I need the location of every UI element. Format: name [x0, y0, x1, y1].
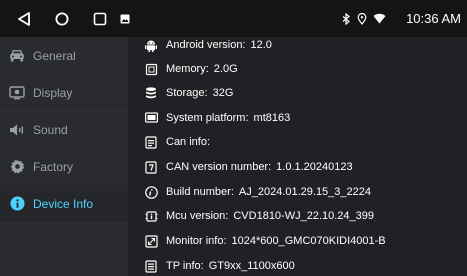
clock: 10:36 AM: [406, 11, 461, 26]
info-value: mt8163: [253, 112, 291, 124]
info-row-monitor-info: Monitor info: 1024*600_GMC070KIDI4001-B: [144, 231, 386, 251]
can-version-icon: [144, 160, 158, 174]
sidebar-item-label: Factory: [33, 159, 74, 174]
tp-icon: [144, 259, 158, 273]
info-label: TP info:: [166, 260, 204, 272]
speaker-icon: [9, 122, 25, 138]
info-value: 2.0G: [213, 63, 238, 75]
sidebar-item-label: General: [33, 48, 76, 63]
can-info-icon: [144, 135, 158, 149]
info-label: Mcu version:: [166, 210, 229, 222]
monitor-icon: [144, 234, 158, 248]
location-icon: [355, 0, 369, 37]
wifi-icon: [371, 0, 387, 37]
status-bar: 10:36 AM: [0, 0, 467, 37]
mcu-icon: [144, 209, 158, 223]
info-value: 1.0.1.20240123: [276, 161, 353, 173]
back-icon[interactable]: [14, 0, 34, 37]
sidebar-item-device-info[interactable]: Device Info: [0, 185, 128, 223]
info-row-system-platform: System platform: mt8163: [144, 108, 290, 128]
sidebar-item-general[interactable]: General: [0, 37, 128, 75]
info-row-can-info: Can info:: [144, 132, 215, 152]
device-info-panel: Android version: 12.0 Memory: 2.0G Stora…: [128, 37, 467, 276]
image-notification-icon: [118, 0, 132, 37]
sidebar: General Display Sound Factory Device Inf…: [0, 37, 128, 276]
gear-icon: [9, 159, 25, 175]
sidebar-item-label: Display: [33, 85, 73, 100]
info-row-memory: Memory: 2.0G: [144, 59, 238, 79]
platform-icon: [144, 111, 158, 125]
info-value: 1024*600_GMC070KIDI4001-B: [231, 235, 386, 247]
storage-icon: [144, 86, 158, 100]
sidebar-item-factory[interactable]: Factory: [0, 148, 128, 186]
info-icon: [9, 196, 25, 212]
info-row-android-version: Android version: 12.0: [144, 35, 272, 55]
sidebar-item-display[interactable]: Display: [0, 74, 128, 112]
build-icon: [144, 185, 158, 199]
sidebar-item-label: Device Info: [33, 196, 94, 211]
info-label: Memory:: [166, 63, 209, 75]
info-value: GT9xx_1100x600: [208, 260, 295, 272]
info-value: CVD1810-WJ_22.10.24_399: [233, 210, 375, 222]
android-icon: [144, 38, 158, 52]
memory-chip-icon: [144, 62, 158, 76]
info-value: 12.0: [250, 39, 272, 51]
home-icon[interactable]: [52, 0, 72, 37]
info-label: Monitor info:: [166, 235, 227, 247]
info-row-can-version: CAN version number: 1.0.1.20240123: [144, 157, 353, 177]
info-label: CAN version number:: [166, 161, 272, 173]
info-row-storage: Storage: 32G: [144, 83, 233, 103]
info-row-build-number: Build number: AJ_2024.01.29.15_3_2224: [144, 182, 371, 202]
info-label: System platform:: [166, 112, 249, 124]
info-row-mcu-version: Mcu version: CVD1810-WJ_22.10.24_399: [144, 206, 374, 226]
display-icon: [9, 85, 25, 101]
info-label: Android version:: [166, 39, 246, 51]
sidebar-item-sound[interactable]: Sound: [0, 111, 128, 149]
info-label: Build number:: [166, 186, 234, 198]
info-value: AJ_2024.01.29.15_3_2224: [238, 186, 371, 198]
info-value: 32G: [212, 87, 234, 99]
info-label: Storage:: [166, 87, 208, 99]
car-icon: [9, 48, 25, 64]
recents-icon[interactable]: [90, 0, 110, 37]
info-row-tp-info: TP info: GT9xx_1100x600: [144, 256, 295, 276]
info-label: Can info:: [166, 136, 211, 148]
sidebar-item-label: Sound: [33, 122, 68, 137]
bluetooth-icon: [339, 0, 353, 37]
